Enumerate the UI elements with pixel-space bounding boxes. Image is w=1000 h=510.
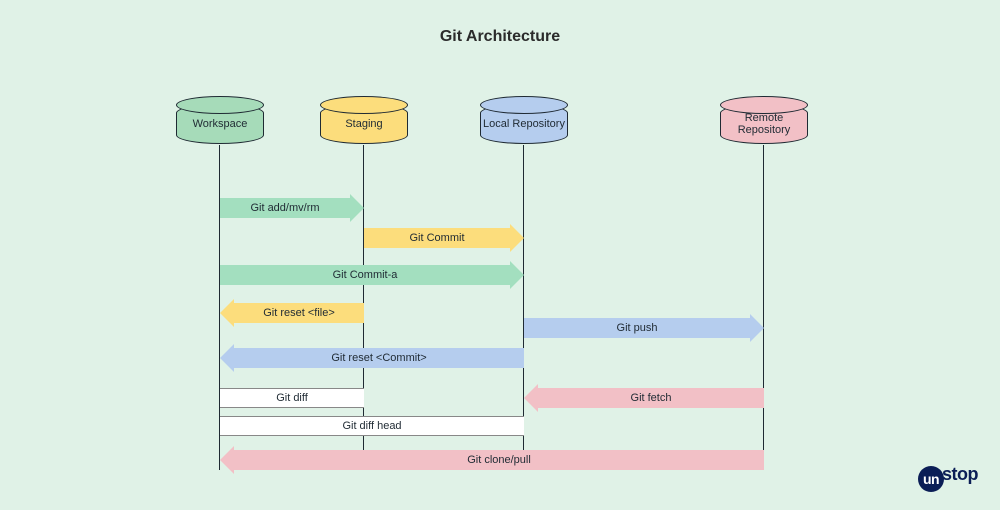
arrow-git-reset-commit: Git reset <Commit> [234,348,524,368]
arrow-label: Git Commit-a [333,269,398,281]
bar-git-diff: Git diff [220,388,364,408]
node-label: Staging [345,118,382,130]
arrow-head-icon [220,299,234,327]
logo-circle: un [918,466,944,492]
arrow-label: Git diff head [342,420,401,432]
lifeline-remote-repo [763,145,764,470]
node-local-repo: Local Repository [480,104,568,144]
arrow-git-fetch: Git fetch [538,388,764,408]
arrow-head-icon [510,261,524,289]
unstop-logo: unstop [918,464,978,492]
git-architecture-diagram: Git Architecture Workspace Staging Local… [0,0,1000,510]
logo-text: stop [942,464,978,484]
cylinder-icon: Workspace [176,104,264,144]
cylinder-icon: Staging [320,104,408,144]
node-remote-repo: Remote Repository [720,104,808,144]
arrow-head-icon [350,194,364,222]
arrow-label: Git Commit [410,232,465,244]
cylinder-icon: Local Repository [480,104,568,144]
arrow-label: Git fetch [631,392,672,404]
diagram-title: Git Architecture [0,28,1000,46]
node-label: Local Repository [483,118,565,130]
cylinder-icon: Remote Repository [720,104,808,144]
arrow-head-icon [750,314,764,342]
arrow-git-reset-file: Git reset <file> [234,303,364,323]
arrow-head-icon [220,446,234,474]
arrow-git-commit-a: Git Commit-a [220,265,510,285]
arrow-label: Git clone/pull [467,454,531,466]
node-workspace: Workspace [176,104,264,144]
arrow-git-commit: Git Commit [364,228,510,248]
arrow-head-icon [220,344,234,372]
arrow-git-add: Git add/mv/rm [220,198,350,218]
arrow-label: Git reset <Commit> [331,352,426,364]
arrow-git-clone-pull: Git clone/pull [234,450,764,470]
arrow-git-push: Git push [524,318,750,338]
arrow-head-icon [524,384,538,412]
arrow-label: Git diff [276,392,308,404]
arrow-head-icon [510,224,524,252]
node-staging: Staging [320,104,408,144]
bar-git-diff-head: Git diff head [220,416,524,436]
node-label: Workspace [193,118,248,130]
arrow-label: Git push [617,322,658,334]
arrow-label: Git reset <file> [263,307,335,319]
node-label: Remote Repository [721,112,807,136]
arrow-label: Git add/mv/rm [250,202,319,214]
